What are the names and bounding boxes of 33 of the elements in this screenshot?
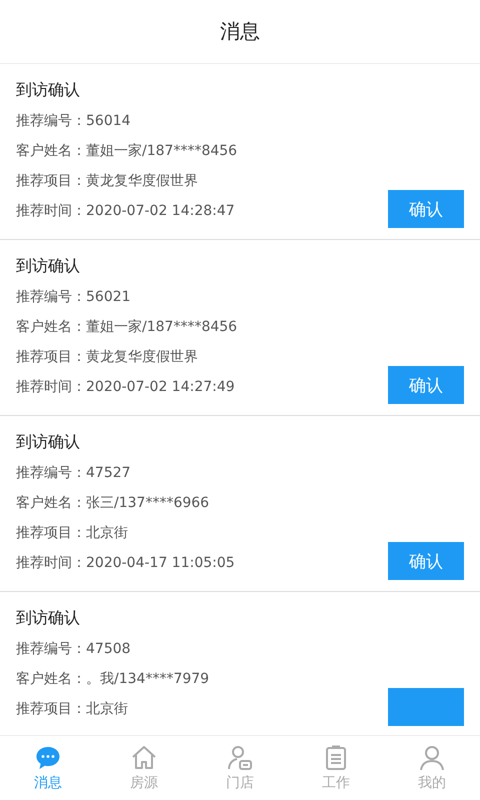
- message-detail: 推荐时间：2020-07-02 14:27:49: [16, 378, 236, 397]
- message-detail: 推荐项目：北京街: [16, 524, 129, 543]
- confirm-button[interactable]: 确认: [388, 190, 464, 228]
- message-detail: 推荐编号：47508: [16, 640, 132, 659]
- confirm-button[interactable]: 确认: [388, 542, 464, 580]
- home-icon: [130, 744, 158, 772]
- confirm-button[interactable]: 确认: [388, 366, 464, 404]
- message-detail: 推荐项目：黄龙复华度假世界: [16, 172, 199, 191]
- tab-item[interactable]: 房源: [96, 736, 192, 800]
- message-title: 到访确认: [16, 431, 81, 453]
- message-detail: 客户姓名：。我/134****7979: [16, 670, 210, 689]
- message-title: 到访确认: [16, 79, 81, 101]
- message-detail: 推荐编号：56014: [16, 112, 132, 131]
- tab-item[interactable]: 门店: [192, 736, 288, 800]
- message-detail: 推荐项目：北京街: [16, 700, 129, 719]
- chat-icon: [34, 744, 62, 772]
- message-detail: 推荐时间：2020-04-17 11:05:05: [16, 554, 235, 573]
- page-title: 消息: [220, 18, 260, 45]
- message-detail: 推荐项目：黄龙复华度假世界: [16, 348, 199, 367]
- message-detail: 推荐编号：47527: [16, 464, 132, 483]
- person-card-icon: [226, 744, 254, 772]
- message-detail: 推荐编号：56021: [16, 288, 132, 307]
- message-detail: 客户姓名：董姐一家/187****8456: [16, 318, 238, 337]
- confirm-button[interactable]: [388, 688, 464, 726]
- message-title: 到访确认: [16, 607, 81, 629]
- tab-item[interactable]: 消息: [0, 736, 96, 800]
- message-detail: 客户姓名：董姐一家/187****8456: [16, 142, 238, 161]
- message-detail: 客户姓名：张三/137****6966: [16, 494, 210, 513]
- message-title: 到访确认: [16, 255, 81, 277]
- tab-item[interactable]: 工作: [288, 736, 384, 800]
- message-detail: 推荐时间：2020-07-02 14:28:47: [16, 202, 236, 221]
- tab-item[interactable]: 我的: [384, 736, 480, 800]
- user-icon: [418, 744, 446, 772]
